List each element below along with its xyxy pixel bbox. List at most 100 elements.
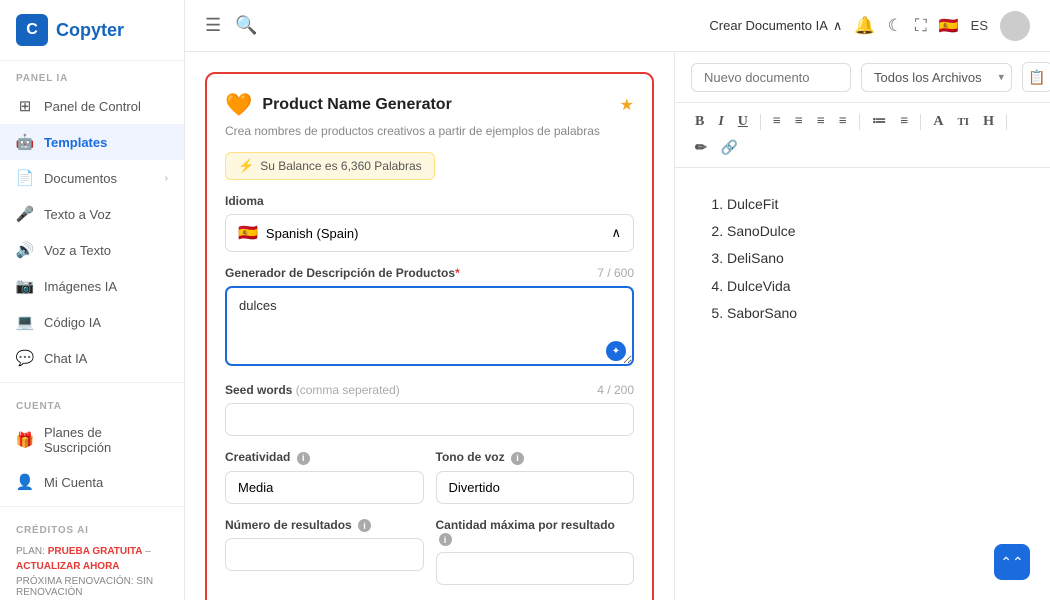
seed-counter: 4 / 200 — [597, 383, 634, 397]
sidebar-item-texto-a-voz[interactable]: 🎤 Texto a Voz — [0, 196, 184, 232]
numero-label: Número de resultados i — [225, 518, 424, 533]
sidebar-item-imagenes-ia[interactable]: 📷 Imágenes IA — [0, 268, 184, 304]
sidebar-item-label: Planes de Suscripción — [44, 425, 168, 455]
align-left-button[interactable]: ≡ — [769, 112, 785, 132]
tono-select[interactable]: Divertido Formal Profesional — [436, 471, 635, 504]
required-marker: * — [455, 266, 460, 280]
chat-icon: 💬 — [16, 349, 34, 367]
templates-icon: 🤖 — [16, 133, 34, 151]
lang-flag-icon: 🇪🇸 — [238, 223, 258, 243]
creatividad-group: Creatividad i Media Baja Alta — [225, 450, 424, 504]
cuenta-label: CUENTA — [0, 389, 184, 416]
seed-hint: (comma seperated) — [296, 383, 400, 397]
list-item: SanoDulce — [727, 219, 1018, 244]
card-title: Product Name Generator — [262, 96, 609, 114]
sidebar-item-chat-ia[interactable]: 💬 Chat IA — [0, 340, 184, 376]
folder-select[interactable]: Todos los Archivos — [861, 63, 1012, 92]
plan-info: PLAN: PRUEBA GRATUITA – ACTUALIZAR AHORA — [16, 544, 168, 574]
expand-icon[interactable]: ⛶ — [915, 16, 927, 36]
moon-icon[interactable]: ☾ — [888, 16, 903, 36]
scroll-to-top-button[interactable]: ⌃⌃ — [994, 544, 1030, 580]
plan-update-link[interactable]: ACTUALIZAR AHORA — [16, 561, 120, 572]
seed-input[interactable]: sano — [225, 403, 634, 436]
pencil-button[interactable]: ✏ — [691, 138, 711, 159]
menu-icon[interactable]: ☰ — [205, 15, 221, 36]
editor-area: Todos los Archivos 📋 📑 📂 📋 📄 B I U ≡ — [675, 52, 1050, 600]
language-select[interactable]: 🇪🇸 Spanish (Spain) ∧ — [225, 214, 634, 252]
speaker-icon: 🔊 — [16, 241, 34, 259]
user-icon: 👤 — [16, 473, 34, 491]
plan-trial-link[interactable]: PRUEBA GRATUITA — [48, 546, 143, 557]
sidebar-item-documentos[interactable]: 📄 Documentos › — [0, 160, 184, 196]
topbar: ☰ 🔍 Crear Documento IA ∧ 🔔 ☾ ⛶ 🇪🇸 ES — [185, 0, 1050, 52]
avatar[interactable] — [1000, 11, 1030, 41]
sidebar-item-templates[interactable]: 🤖 Templates — [0, 124, 184, 160]
creatividad-select[interactable]: Media Baja Alta — [225, 471, 424, 504]
logo-icon: C — [16, 14, 48, 46]
copy-button[interactable]: 📋 — [1022, 62, 1050, 92]
sidebar-item-planes[interactable]: 🎁 Planes de Suscripción — [0, 416, 184, 464]
numero-cantidad-group: Número de resultados i 1 Cantidad máxima… — [225, 518, 634, 586]
sidebar-item-codigo-ia[interactable]: 💻 Código IA — [0, 304, 184, 340]
italic-button[interactable]: I — [714, 112, 727, 132]
sidebar: C Copyter PANEL IA ⊞ Panel de Control 🤖 … — [0, 0, 185, 600]
numero-input[interactable]: 1 — [225, 538, 424, 571]
sidebar-item-voz-a-texto[interactable]: 🔊 Voz a Texto — [0, 232, 184, 268]
main-area: ☰ 🔍 Crear Documento IA ∧ 🔔 ☾ ⛶ 🇪🇸 ES 🧡 P… — [185, 0, 1050, 600]
document-name-input[interactable] — [691, 63, 851, 92]
topbar-left: ☰ 🔍 — [205, 15, 258, 36]
bell-icon[interactable]: 🔔 — [854, 16, 875, 36]
chevron-right-icon: › — [165, 173, 168, 184]
creatividad-info-icon[interactable]: i — [297, 452, 310, 465]
topbar-right: Crear Documento IA ∧ 🔔 ☾ ⛶ 🇪🇸 ES — [709, 11, 1030, 41]
align-justify-button[interactable]: ≡ — [835, 112, 851, 132]
docs-icon: 📄 — [16, 169, 34, 187]
tono-info-icon[interactable]: i — [511, 452, 524, 465]
sidebar-item-panel-control[interactable]: ⊞ Panel de Control — [0, 88, 184, 124]
format-toolbar: B I U ≡ ≡ ≡ ≡ ≔ ≡ A TI H ✏ 🔗 — [675, 103, 1050, 168]
camera-icon: 📷 — [16, 277, 34, 295]
content-area: 🧡 Product Name Generator ★ Crea nombres … — [185, 52, 1050, 600]
plan-renewal-text: PRÓXIMA RENOVACIÓN: SIN RENOVACIÓN — [16, 576, 168, 598]
gift-icon: 🎁 — [16, 431, 34, 449]
folder-select-wrapper: Todos los Archivos — [861, 63, 1012, 92]
cantidad-group: Cantidad máxima por resultado i 10 — [436, 518, 635, 586]
heading-button[interactable]: H — [979, 112, 998, 132]
balance-badge: ⚡ Su Balance es 6,360 Palabras — [225, 152, 435, 180]
sidebar-item-label: Documentos — [44, 171, 117, 186]
idioma-group: Idioma 🇪🇸 Spanish (Spain) ∧ — [225, 194, 634, 252]
editor-toolbar-buttons: 📋 📑 📂 📋 📄 — [1022, 62, 1050, 92]
align-center-button[interactable]: ≡ — [791, 112, 807, 132]
search-icon[interactable]: 🔍 — [235, 15, 257, 36]
cantidad-input[interactable]: 10 — [436, 552, 635, 585]
ordered-list-button[interactable]: ≔ — [868, 111, 890, 132]
align-right-button[interactable]: ≡ — [813, 112, 829, 132]
seed-label: Seed words (comma seperated) 4 / 200 — [225, 383, 634, 397]
crear-arrow-icon: ∧ — [833, 18, 843, 34]
cantidad-info-icon[interactable]: i — [439, 533, 452, 546]
unordered-list-button[interactable]: ≡ — [896, 112, 912, 132]
sidebar-item-label: Imágenes IA — [44, 279, 117, 294]
ia-panel: 🧡 Product Name Generator ★ Crea nombres … — [185, 52, 675, 600]
underline-button[interactable]: U — [734, 112, 752, 132]
font-color-button[interactable]: A — [929, 112, 947, 132]
cantidad-label: Cantidad máxima por resultado i — [436, 518, 635, 547]
generador-textarea[interactable]: dulces — [225, 286, 634, 366]
sidebar-item-label: Texto a Voz — [44, 207, 111, 222]
link-button[interactable]: 🔗 — [717, 138, 742, 159]
sidebar-item-mi-cuenta[interactable]: 👤 Mi Cuenta — [0, 464, 184, 500]
panel-ia-label: PANEL IA — [0, 61, 184, 88]
crear-documento-button[interactable]: Crear Documento IA ∧ — [709, 18, 842, 34]
language-flag: 🇪🇸 — [939, 16, 959, 36]
grid-icon: ⊞ — [16, 97, 34, 115]
favorite-star-icon[interactable]: ★ — [620, 95, 634, 115]
card-header: 🧡 Product Name Generator ★ — [225, 92, 634, 118]
sidebar-item-label: Templates — [44, 135, 107, 150]
numero-info-icon[interactable]: i — [358, 519, 371, 532]
bold-button[interactable]: B — [691, 112, 708, 132]
text-indent-button[interactable]: TI — [953, 114, 973, 130]
generador-counter: 7 / 600 — [597, 266, 634, 280]
ai-assist-icon[interactable]: ✦ — [606, 341, 626, 361]
list-item: SaborSano — [727, 301, 1018, 326]
list-item: DulceFit — [727, 192, 1018, 217]
